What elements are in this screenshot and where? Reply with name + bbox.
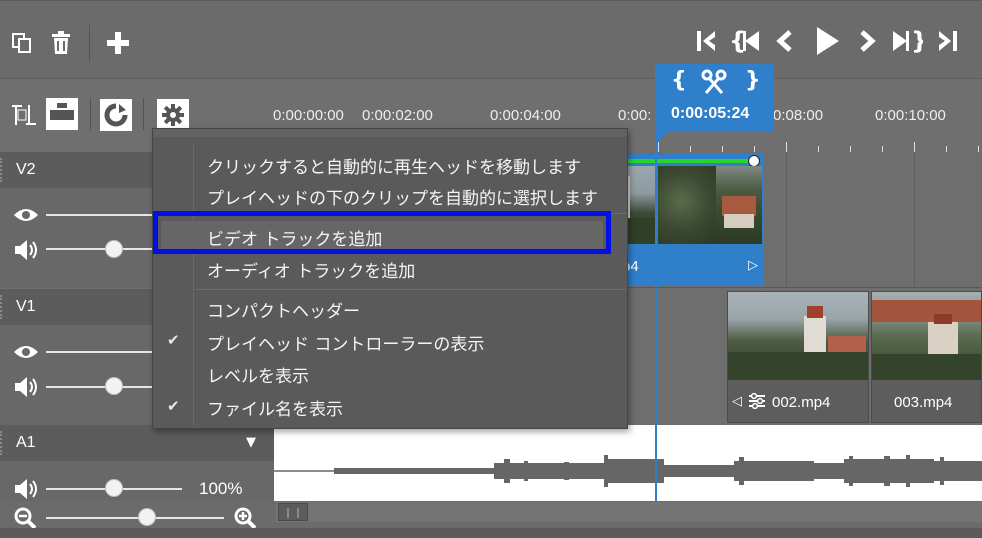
eye-icon[interactable] [12, 340, 40, 364]
snap-magnet-icon[interactable] [100, 99, 132, 131]
plus-icon[interactable] [104, 29, 132, 57]
svg-text:}: } [911, 28, 923, 54]
track-name: A1 [16, 434, 36, 451]
zoom-slider-knob[interactable] [138, 508, 156, 526]
speaker-icon[interactable] [12, 375, 40, 399]
video-clip-003[interactable]: 003.mp4 [871, 291, 982, 423]
track-height-icon[interactable] [10, 100, 40, 130]
ruler-label: 0:00:02:00 [362, 107, 433, 124]
playhead-controller[interactable]: { } 0:00:05:24 [655, 64, 774, 132]
speaker-icon[interactable] [12, 238, 40, 262]
track-menu-chevron-icon[interactable]: ▼ [246, 435, 256, 450]
ruler-label: 0:00:10:00 [875, 107, 946, 124]
clip-thumbnail [658, 166, 762, 244]
track-name-bar[interactable]: A1 ▼ [0, 425, 274, 461]
play-icon[interactable] [812, 25, 842, 57]
audio-waveform [274, 455, 982, 487]
track-name: V1 [16, 298, 36, 315]
playhead-line[interactable] [655, 132, 657, 501]
menu-item-label: クリックすると自動的に再生ヘッドを移動します [207, 158, 581, 178]
skip-to-end-icon[interactable] [934, 27, 962, 55]
menu-item-label: レベルを表示 [207, 367, 309, 387]
scissors-split-icon[interactable] [701, 69, 727, 95]
ruler-label: 0:00:04:00 [490, 107, 561, 124]
track-name: V2 [16, 161, 36, 178]
ruler-label: 0:00: [618, 107, 652, 124]
volume-slider-track[interactable] [46, 248, 152, 250]
menu-item-label: プレイヘッド コントローラーの表示 [207, 335, 485, 355]
clip-trim-left-icon[interactable]: ◁ [732, 394, 742, 409]
previous-marker-icon[interactable]: { [728, 27, 762, 55]
volume-slider-knob[interactable] [105, 240, 123, 258]
opacity-slider-track[interactable] [46, 351, 152, 353]
menu-item-label: ファイル名を表示 [207, 400, 343, 420]
rewind-icon[interactable] [772, 27, 796, 55]
volume-slider-track[interactable] [46, 386, 152, 388]
next-marker-icon[interactable]: } [890, 27, 924, 55]
volume-slider-knob[interactable] [105, 479, 123, 497]
drag-handle-icon[interactable] [0, 431, 6, 455]
trim-out-button[interactable]: } [745, 68, 761, 93]
main-toolbar: { } [0, 0, 982, 78]
copy-icon[interactable] [8, 30, 36, 56]
bottom-edge-strip [0, 528, 982, 538]
trim-in-button[interactable]: { [671, 68, 687, 93]
clip-filters-icon[interactable] [748, 392, 766, 411]
ruler-label: 0:00:00:00 [273, 107, 344, 124]
menu-item-label: コンパクトヘッダー [207, 302, 360, 322]
clip-thumbnail [872, 292, 981, 380]
zoom-slider-track[interactable] [46, 517, 224, 519]
clip-filename: 002.mp4 [772, 394, 831, 411]
video-clip-002[interactable]: ◁ 002.mp4 [727, 291, 869, 423]
opacity-slider-track[interactable] [46, 214, 152, 216]
scrollbar-thumb[interactable] [278, 503, 308, 521]
ruler-label: 0:08:00 [773, 107, 824, 124]
checkmark-icon: ✔ [167, 397, 180, 415]
playhead-timecode: 0:00:05:24 [671, 105, 750, 122]
menu-item-label: プレイヘッドの下のクリップを自動的に選択します [207, 189, 598, 209]
checkmark-icon: ✔ [167, 331, 180, 349]
trash-icon[interactable] [47, 29, 75, 57]
drag-handle-icon[interactable] [0, 295, 6, 319]
drag-handle-icon[interactable] [0, 158, 6, 182]
timeline-settings-menu: クリックすると自動的に再生ヘッドを移動します プレイヘッドの下のクリップを自動的… [152, 128, 628, 429]
volume-value: 100% [199, 479, 243, 498]
speaker-icon[interactable] [12, 477, 40, 501]
clip-thumbnail [728, 292, 868, 380]
settings-gear-icon[interactable] [157, 99, 189, 131]
eye-icon[interactable] [12, 203, 40, 227]
skip-to-start-icon[interactable] [692, 27, 720, 55]
clip-filename: 003.mp4 [894, 394, 953, 411]
fast-forward-icon[interactable] [856, 27, 880, 55]
zoom-fit-icon[interactable] [46, 98, 78, 130]
menu-separator [193, 289, 627, 290]
horizontal-scrollbar[interactable] [276, 502, 982, 522]
clip-trim-right-icon[interactable]: ▷ [748, 258, 758, 273]
highlight-annotation-box [153, 211, 611, 254]
menu-item-label: オーディオ トラックを追加 [207, 262, 416, 282]
volume-slider-knob[interactable] [105, 377, 123, 395]
menu-top-edge [153, 129, 627, 137]
